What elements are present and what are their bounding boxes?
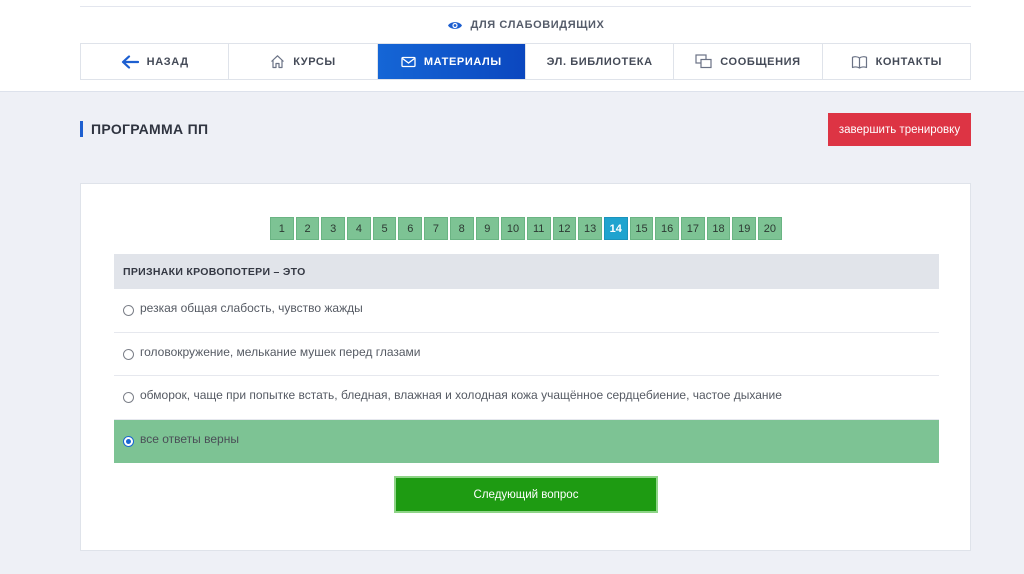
- nav-back[interactable]: НАЗАД: [81, 44, 230, 79]
- page-button-19[interactable]: 19: [732, 217, 757, 240]
- answer-option[interactable]: обморок, чаще при попытке встать, бледна…: [114, 376, 939, 420]
- page-button-20[interactable]: 20: [758, 217, 782, 240]
- envelope-icon: [401, 56, 416, 68]
- page-button-5[interactable]: 5: [372, 217, 397, 240]
- answer-text: головокружение, мелькание мушек перед гл…: [140, 344, 421, 359]
- nav-library[interactable]: ЭЛ. БИБЛИОТЕКА: [526, 44, 675, 79]
- page-button-9[interactable]: 9: [475, 217, 500, 240]
- home-icon: [270, 54, 285, 69]
- book-icon: [851, 55, 868, 69]
- page-title: ПРОГРАММА ПП: [91, 121, 209, 137]
- quiz-card: 1 2 3 4 5 6 7 8 9 10 11 12 13 14 15 16 17 18 19 20 ПРИЗНАКИ…: [80, 183, 971, 551]
- page-button-13[interactable]: 13: [578, 217, 602, 240]
- page-button-16[interactable]: 16: [655, 217, 679, 240]
- page-button-11[interactable]: 11: [526, 217, 551, 240]
- messages-icon: [695, 54, 712, 69]
- page-button-3[interactable]: 3: [321, 217, 346, 240]
- page-button-14[interactable]: 14: [603, 217, 628, 240]
- page-button-6[interactable]: 6: [398, 217, 423, 240]
- arrow-left-icon: [121, 54, 139, 69]
- answer-radio[interactable]: [123, 348, 134, 360]
- nav-library-label: ЭЛ. БИБЛИОТЕКА: [546, 55, 653, 68]
- page-button-10[interactable]: 10: [501, 217, 525, 240]
- page-button-18[interactable]: 18: [706, 217, 731, 240]
- answer-radio[interactable]: [123, 305, 134, 316]
- question-pager: 1 2 3 4 5 6 7 8 9 10 11 12 13 14 15 16 17 18 19 20: [270, 217, 782, 240]
- eye-icon: [447, 20, 463, 31]
- question-title: ПРИЗНАКИ КРОВОПОТЕРИ – ЭТО: [114, 254, 939, 289]
- nav-messages-label: СООБЩЕНИЯ: [720, 55, 801, 68]
- answer-radio[interactable]: [123, 435, 134, 447]
- nav-materials-label: МАТЕРИАЛЫ: [423, 55, 502, 68]
- page-button-1[interactable]: 1: [270, 217, 294, 240]
- answer-text: резкая общая слабость, чувство жажды: [140, 301, 363, 315]
- answer-text: обморок, чаще при попытке встать, бледна…: [140, 388, 782, 402]
- finish-training-button[interactable]: завершить тренировку: [828, 113, 971, 146]
- page-button-15[interactable]: 15: [629, 217, 654, 240]
- answer-option[interactable]: головокружение, мелькание мушек перед гл…: [114, 333, 939, 376]
- page-button-7[interactable]: 7: [424, 217, 448, 240]
- page-button-8[interactable]: 8: [449, 217, 474, 240]
- answer-text: все ответы верны: [140, 431, 239, 446]
- answer-radio[interactable]: [123, 392, 134, 403]
- next-question-button[interactable]: Следующий вопрос: [394, 476, 658, 513]
- page-button-12[interactable]: 12: [552, 217, 577, 240]
- nav-contacts[interactable]: КОНТАКТЫ: [823, 44, 970, 79]
- answer-list: резкая общая слабость, чувство жажды голо…: [114, 289, 939, 463]
- nav-back-label: НАЗАД: [146, 55, 189, 68]
- accessibility-label: ДЛЯ СЛАБОВИДЯЩИХ: [470, 19, 605, 31]
- nav-courses-label: КУРСЫ: [293, 55, 336, 68]
- page-button-2[interactable]: 2: [295, 217, 320, 240]
- nav-courses[interactable]: КУРСЫ: [229, 44, 378, 79]
- accessibility-toggle[interactable]: ДЛЯ СЛАБОВИДЯЩИХ: [80, 6, 971, 43]
- nav-messages[interactable]: СООБЩЕНИЯ: [674, 44, 823, 79]
- answer-option[interactable]: резкая общая слабость, чувство жажды: [114, 289, 939, 333]
- main-nav: НАЗАД КУРСЫ МАТЕРИАЛЫ ЭЛ. БИБЛИОТЕКА СОО…: [80, 43, 971, 80]
- page-button-17[interactable]: 17: [681, 217, 705, 240]
- answer-option[interactable]: все ответы верны: [114, 419, 939, 463]
- nav-materials[interactable]: МАТЕРИАЛЫ: [377, 44, 526, 79]
- nav-contacts-label: КОНТАКТЫ: [875, 55, 943, 68]
- page-title-block: ПРОГРАММА ПП: [80, 121, 208, 137]
- page-button-4[interactable]: 4: [347, 217, 371, 240]
